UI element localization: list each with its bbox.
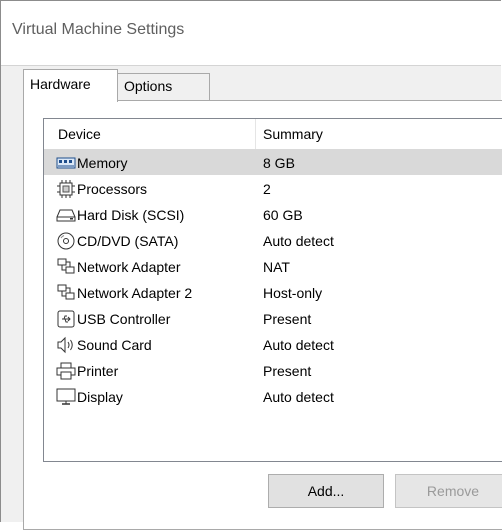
printer-icon (56, 362, 76, 380)
device-summary: 8 GB (263, 155, 295, 171)
device-name: Processors (77, 181, 148, 197)
add-device-button[interactable]: Add... (268, 474, 384, 508)
title-bar: Virtual Machine Settings (1, 1, 501, 66)
tab-hardware[interactable]: Hardware (23, 69, 118, 102)
device-row-hard-disk[interactable]: Hard Disk (SCSI) 60 GB (44, 201, 502, 227)
device-name: USB Controller (77, 311, 171, 327)
device-name: Network Adapter (77, 259, 181, 275)
column-header-summary[interactable]: Summary (263, 126, 323, 142)
device-summary: Present (263, 363, 312, 379)
device-row-usb-controller[interactable]: USB Controller Present (44, 305, 502, 331)
device-summary: Host-only (263, 285, 323, 301)
network-icon (56, 258, 76, 276)
device-summary: Auto detect (263, 389, 334, 405)
network-icon (56, 284, 76, 302)
remove-device-button[interactable]: Remove (395, 474, 502, 508)
hard-disk-icon (56, 206, 76, 224)
device-name: CD/DVD (SATA) (77, 233, 179, 249)
cd-dvd-icon (56, 232, 76, 250)
device-name: Hard Disk (SCSI) (77, 207, 185, 223)
device-row-memory[interactable]: Memory 8 GB (44, 149, 502, 175)
column-separator[interactable] (255, 119, 256, 149)
device-name: Sound Card (77, 337, 152, 353)
device-row-sound-card[interactable]: Sound Card Auto detect (44, 331, 502, 357)
device-summary: NAT (263, 259, 290, 275)
device-name: Memory (77, 155, 128, 171)
device-name: Display (77, 389, 123, 405)
device-summary: 60 GB (263, 207, 303, 223)
monitor-icon (56, 388, 76, 406)
device-row-processors[interactable]: Processors 2 (44, 175, 502, 201)
processor-icon (56, 180, 76, 198)
device-name: Network Adapter 2 (77, 285, 193, 301)
hardware-panel: Device Summary Memory 8 GB Processors 2 … (23, 100, 502, 530)
device-summary: Present (263, 311, 312, 327)
tab-options[interactable]: Options (118, 73, 210, 100)
column-header-device[interactable]: Device (58, 126, 101, 142)
device-row-network-adapter[interactable]: Network Adapter NAT (44, 253, 502, 279)
device-row-display[interactable]: Display Auto detect (44, 383, 502, 409)
device-name: Printer (77, 363, 119, 379)
window-title: Virtual Machine Settings (12, 21, 185, 38)
device-summary: Auto detect (263, 337, 334, 353)
device-summary: 2 (263, 181, 271, 197)
device-row-cd-dvd[interactable]: CD/DVD (SATA) Auto detect (44, 227, 502, 253)
vm-settings-window: Virtual Machine Settings Hardware Option… (0, 0, 502, 530)
speaker-icon (56, 336, 76, 354)
device-list[interactable]: Device Summary Memory 8 GB Processors 2 … (43, 118, 502, 462)
usb-icon (56, 310, 76, 328)
device-summary: Auto detect (263, 233, 334, 249)
memory-icon (56, 154, 76, 172)
device-row-network-adapter-2[interactable]: Network Adapter 2 Host-only (44, 279, 502, 305)
list-header: Device Summary (44, 119, 502, 150)
device-row-printer[interactable]: Printer Present (44, 357, 502, 383)
